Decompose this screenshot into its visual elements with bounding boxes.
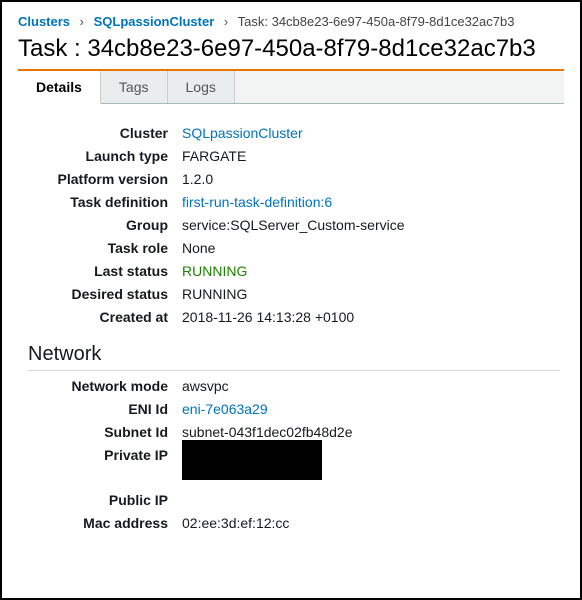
label-desired-status: Desired status [22, 286, 182, 302]
value-network-mode: awsvpc [182, 378, 560, 394]
tab-details[interactable]: Details [18, 71, 101, 104]
label-network-mode: Network mode [22, 378, 182, 394]
label-last-status: Last status [22, 263, 182, 279]
label-group: Group [22, 217, 182, 233]
tab-tags[interactable]: Tags [101, 71, 168, 103]
label-launch-type: Launch type [22, 148, 182, 164]
label-created-at: Created at [22, 309, 182, 325]
value-created-at: 2018-11-26 14:13:28 +0100 [182, 309, 560, 325]
breadcrumb-separator: › [224, 14, 228, 29]
value-mac-address: 02:ee:3d:ef:12:cc [182, 515, 560, 531]
tab-logs[interactable]: Logs [168, 71, 235, 103]
value-launch-type: FARGATE [182, 148, 560, 164]
label-subnet-id: Subnet Id [22, 424, 182, 440]
breadcrumb-clusters-link[interactable]: Clusters [18, 14, 70, 29]
tabs: Details Tags Logs [18, 69, 564, 104]
value-last-status: RUNNING [182, 263, 560, 279]
value-platform-version: 1.2.0 [182, 171, 560, 187]
label-platform-version: Platform version [22, 171, 182, 187]
value-task-role: None [182, 240, 560, 256]
value-cluster-link[interactable]: SQLpassionCluster [182, 125, 303, 141]
value-desired-status: RUNNING [182, 286, 560, 302]
value-private-ip-redacted [182, 440, 322, 480]
breadcrumb-cluster-link[interactable]: SQLpassionCluster [94, 14, 215, 29]
value-task-definition-link[interactable]: first-run-task-definition:6 [182, 194, 332, 210]
section-header-network: Network [28, 343, 560, 371]
value-subnet-id: subnet-043f1dec02fb48d2e [182, 424, 560, 440]
label-mac-address: Mac address [22, 515, 182, 531]
value-eni-id-link[interactable]: eni-7e063a29 [182, 401, 268, 417]
breadcrumb: Clusters › SQLpassionCluster › Task: 34c… [18, 14, 564, 29]
label-public-ip: Public IP [22, 492, 182, 508]
label-task-definition: Task definition [22, 194, 182, 210]
breadcrumb-separator: › [80, 14, 84, 29]
breadcrumb-current: Task: 34cb8e23-6e97-450a-8f79-8d1ce32ac7… [238, 14, 515, 29]
label-eni-id: ENI Id [22, 401, 182, 417]
details-panel: Cluster SQLpassionCluster Launch type FA… [18, 104, 564, 531]
page-title: Task : 34cb8e23-6e97-450a-8f79-8d1ce32ac… [18, 35, 564, 63]
value-group: service:SQLServer_Custom-service [182, 217, 560, 233]
label-task-role: Task role [22, 240, 182, 256]
label-cluster: Cluster [22, 125, 182, 141]
label-private-ip: Private IP [22, 447, 182, 463]
